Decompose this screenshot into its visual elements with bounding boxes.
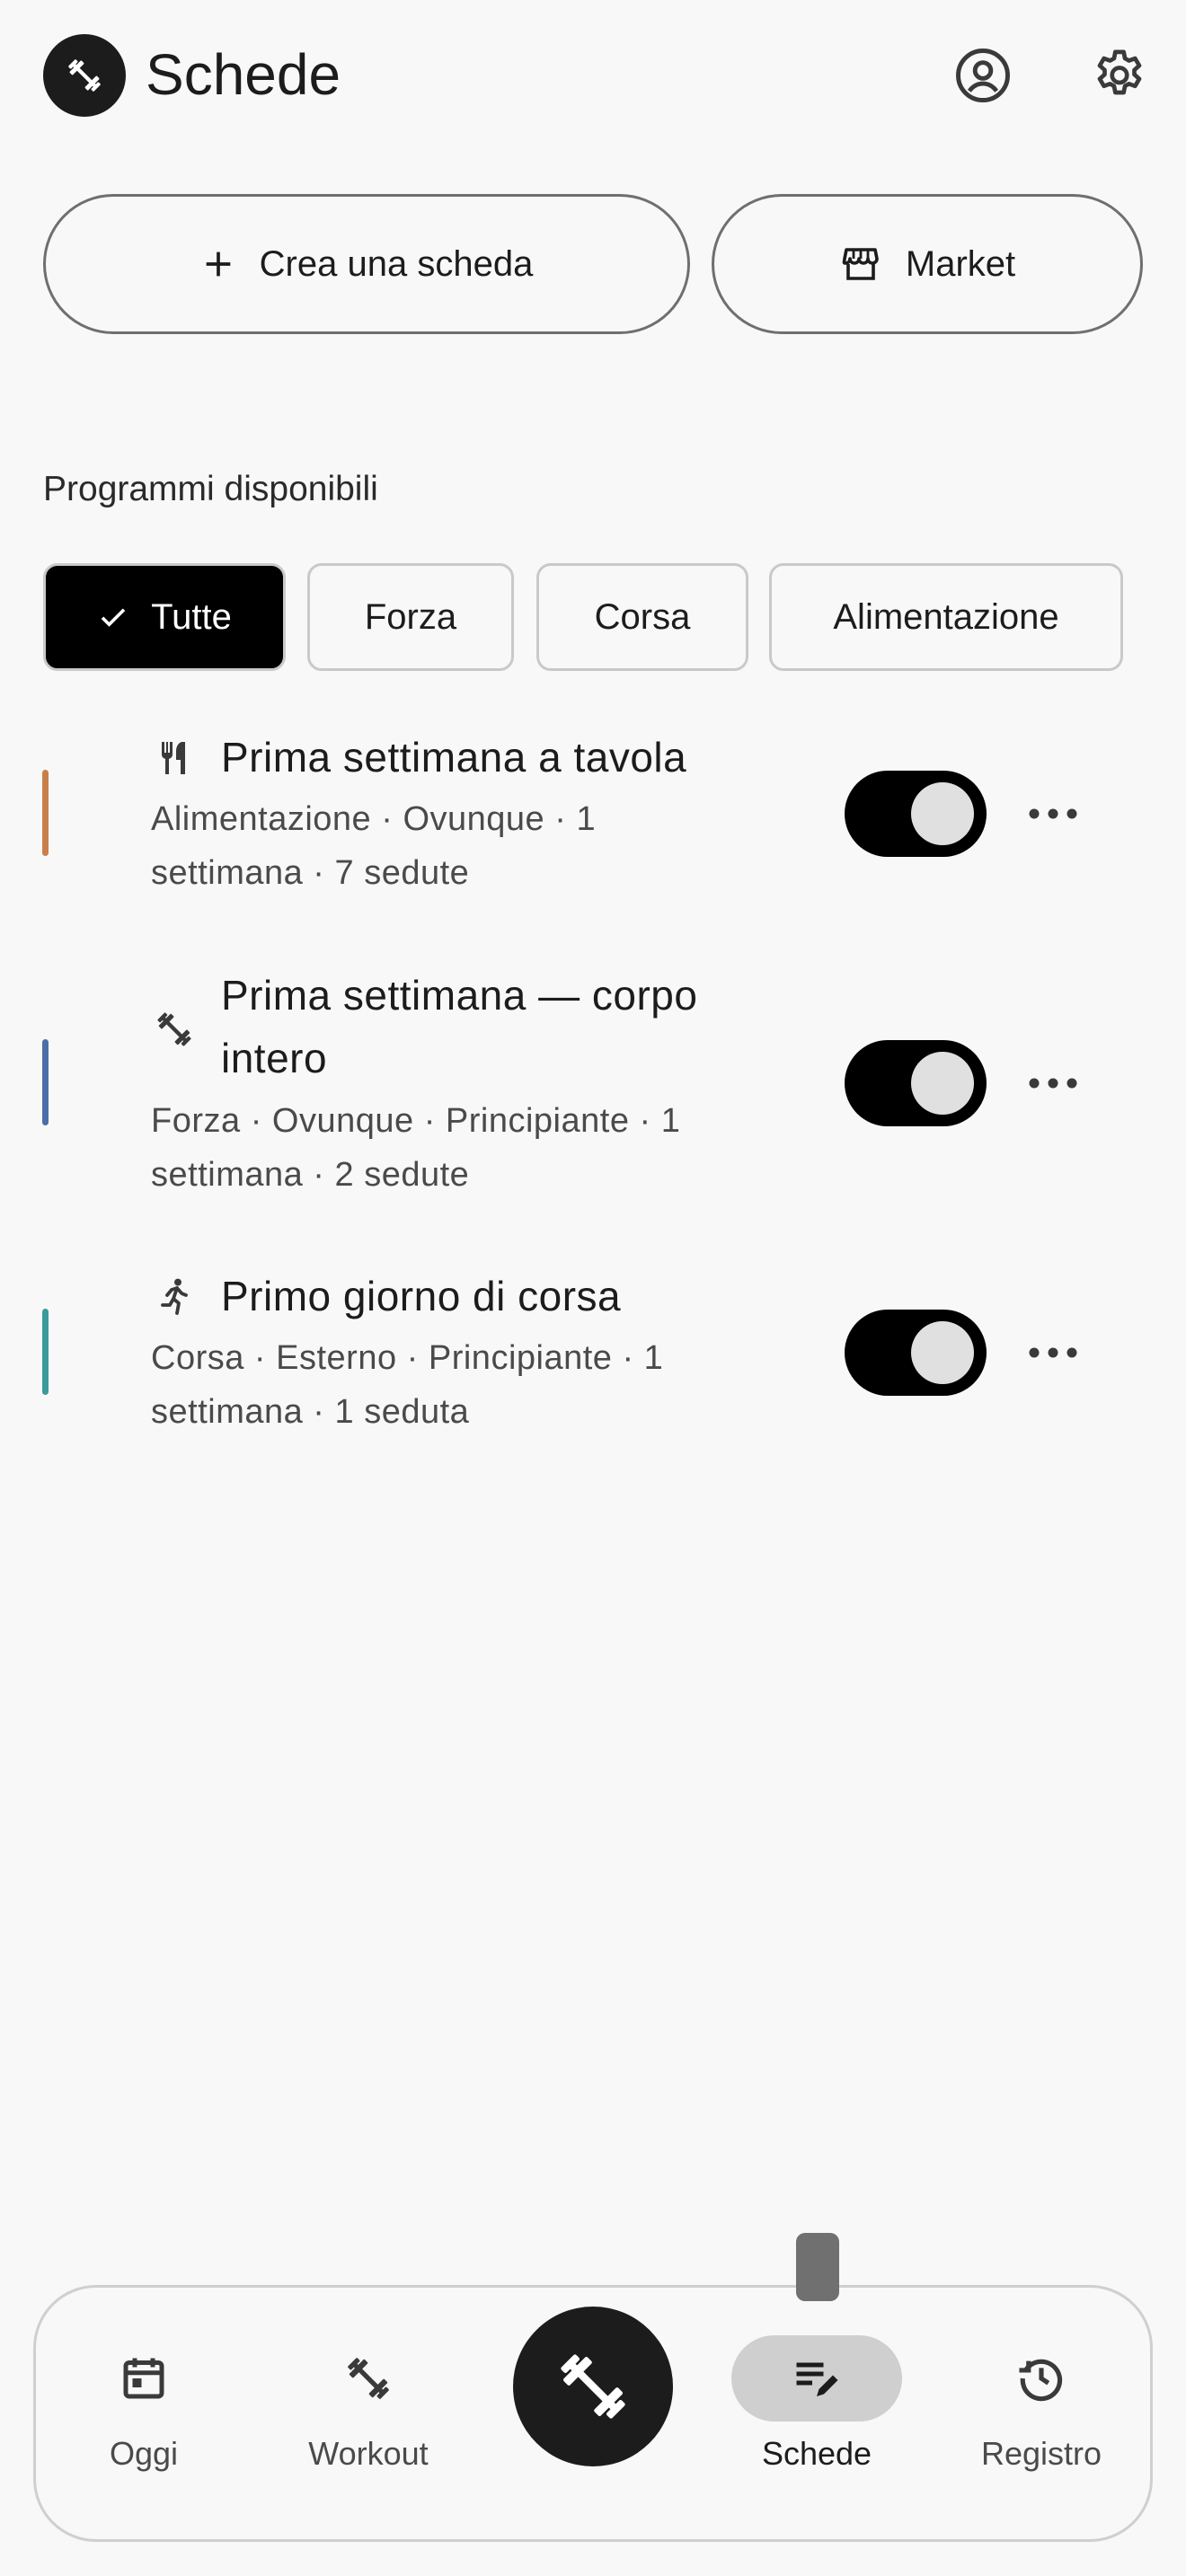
more-horizontal-icon <box>1029 1347 1077 1358</box>
history-icon <box>1019 2359 1063 2402</box>
running-icon <box>151 1274 198 1320</box>
filter-chip-tutte[interactable]: Tutte <box>43 563 286 671</box>
program-title: Prima settimana — corpo intero <box>221 972 698 1081</box>
nav-item-workout[interactable]: Workout <box>279 2335 458 2474</box>
filter-chip-label: Tutte <box>151 596 232 637</box>
market-label: Market <box>905 243 1016 284</box>
filter-chip-label: Corsa <box>594 596 691 637</box>
nav-item-oggi[interactable]: Oggi <box>54 2335 234 2474</box>
calendar-icon <box>123 2358 164 2399</box>
edit-list-icon <box>796 2362 838 2396</box>
program-toggle[interactable] <box>845 771 987 857</box>
program-toggle[interactable] <box>845 1310 987 1396</box>
more-options-button[interactable] <box>1024 796 1082 832</box>
program-meta: Corsa · Esterno · Principiante · 1 setti… <box>151 1339 664 1431</box>
program-accent-bar <box>42 1309 49 1395</box>
nav-label: Oggi <box>109 2435 179 2472</box>
create-program-button[interactable]: Crea una scheda <box>43 194 690 334</box>
section-label: Programmi disponibili <box>43 470 378 508</box>
program-toggle[interactable] <box>845 1040 987 1126</box>
fork-knife-icon <box>151 735 198 781</box>
app-logo <box>43 34 126 117</box>
filter-chip-label: Forza <box>364 596 457 637</box>
more-options-button[interactable] <box>1024 1335 1082 1371</box>
account-circle-icon <box>956 49 1010 102</box>
market-button[interactable]: Market <box>712 194 1143 334</box>
dumbbell-icon <box>68 59 101 92</box>
program-meta: Alimentazione · Ovunque · 1 settimana · … <box>151 800 597 892</box>
more-horizontal-icon <box>1029 1078 1077 1089</box>
filter-chip-label: Alimentazione <box>833 596 1059 637</box>
drag-handle[interactable] <box>796 2233 839 2301</box>
storefront-icon <box>842 248 879 280</box>
create-program-label: Crea una scheda <box>259 243 534 284</box>
program-title: Prima settimana a tavola <box>221 734 687 781</box>
filter-chip-forza[interactable]: Forza <box>307 563 514 671</box>
nav-label: Registro <box>980 2435 1102 2472</box>
gear-icon <box>1097 49 1142 95</box>
nav-label: Schede <box>761 2435 872 2472</box>
program-accent-bar <box>42 1039 49 1125</box>
more-options-button[interactable] <box>1024 1065 1082 1101</box>
check-icon <box>101 608 126 627</box>
program-meta: Forza · Ovunque · Principiante · 1 setti… <box>151 1102 681 1194</box>
center-workout-button[interactable] <box>513 2307 673 2466</box>
program-accent-bar <box>42 770 49 856</box>
filter-chip-corsa[interactable]: Corsa <box>536 563 748 671</box>
settings-button[interactable] <box>1084 40 1155 111</box>
filter-chip-alimentazione[interactable]: Alimentazione <box>769 563 1123 671</box>
nav-label: Workout <box>308 2435 429 2472</box>
more-horizontal-icon <box>1029 808 1077 819</box>
nav-item-registro[interactable]: Registro <box>951 2335 1131 2474</box>
program-title: Primo giorno di corsa <box>221 1273 622 1319</box>
dumbbell-icon <box>348 2358 389 2399</box>
page-title: Schede <box>146 42 341 107</box>
profile-button[interactable] <box>947 40 1019 111</box>
plus-icon <box>206 251 231 277</box>
dumbbell-icon <box>561 2354 625 2419</box>
nav-item-schede[interactable]: Schede <box>727 2335 907 2474</box>
dumbbell-icon <box>151 1006 198 1053</box>
